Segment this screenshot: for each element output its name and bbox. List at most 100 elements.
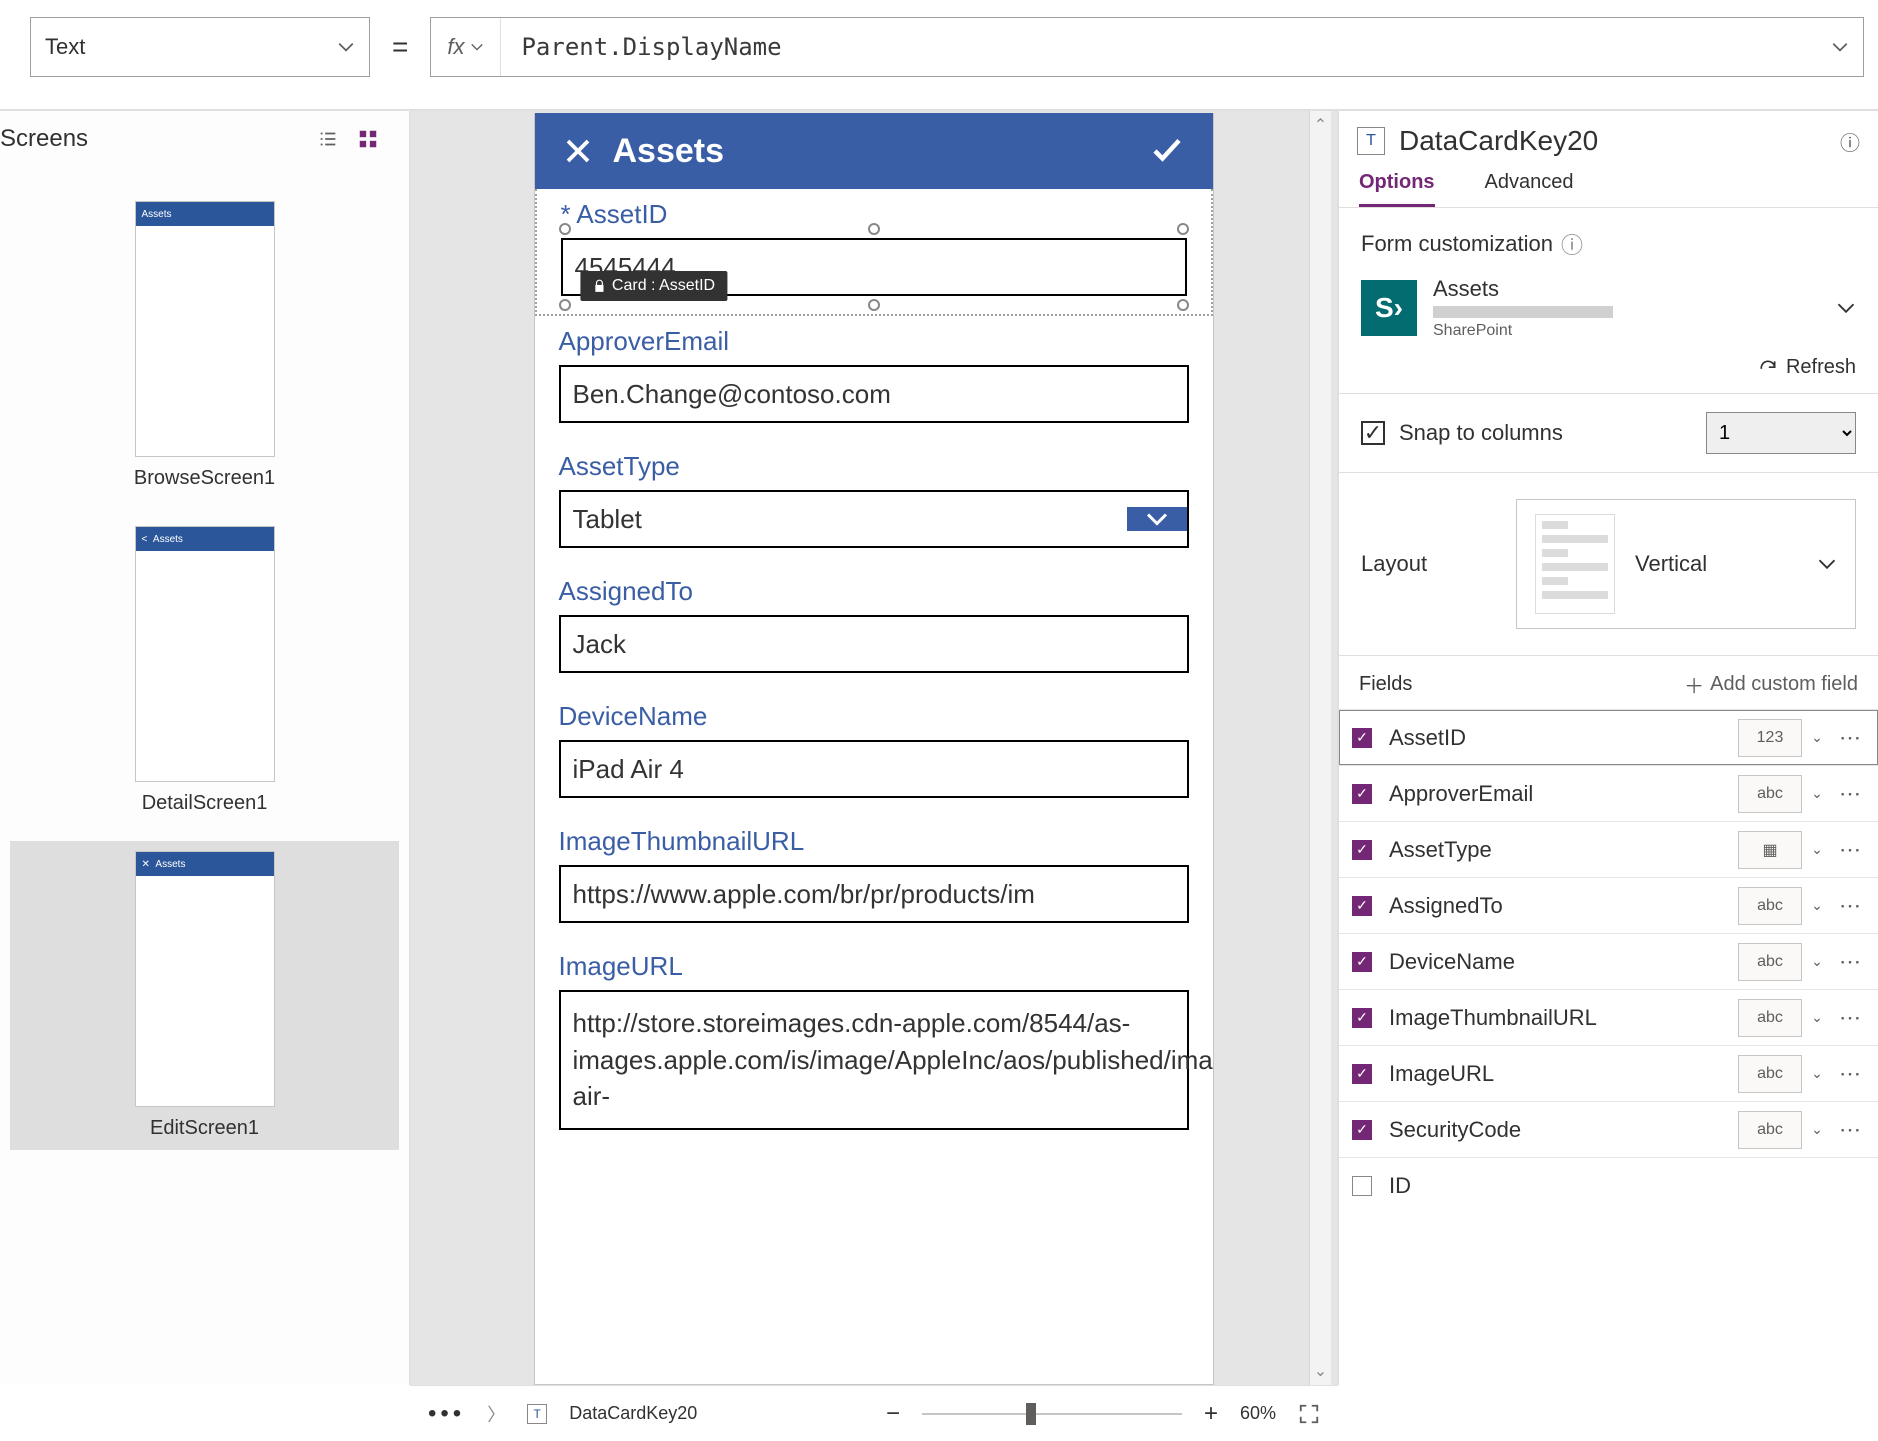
chevron-down-icon[interactable]: ⌄ xyxy=(1802,1009,1832,1026)
field-checkbox[interactable]: ✓ xyxy=(1339,1064,1385,1084)
columns-select[interactable]: 1 xyxy=(1706,412,1856,454)
close-icon[interactable] xyxy=(563,136,593,166)
vertical-scrollbar[interactable] xyxy=(1309,111,1331,1385)
check-icon[interactable] xyxy=(1149,133,1185,169)
text-control-icon: T xyxy=(1357,127,1385,155)
field-row[interactable]: ✓ImageThumbnailURLabc⌄⋯ xyxy=(1339,989,1878,1045)
screen-thumb-detail[interactable]: < Assets DetailScreen1 xyxy=(10,516,399,825)
card-approveremail[interactable]: ApproverEmail Ben.Change@contoso.com xyxy=(535,316,1213,441)
card-thumburl[interactable]: ImageThumbnailURL https://www.apple.com/… xyxy=(535,816,1213,941)
add-custom-field[interactable]: ＋ Add custom field xyxy=(1684,670,1858,699)
field-name: ImageThumbnailURL xyxy=(1385,1005,1738,1031)
screen-thumbnails: Assets BrowseScreen1 < Assets DetailScre… xyxy=(0,167,409,1385)
chevron-down-icon[interactable]: ⌄ xyxy=(1802,729,1832,746)
list-view-icon[interactable] xyxy=(317,128,339,150)
snap-checkbox[interactable]: ✓ xyxy=(1361,421,1385,445)
field-checkbox[interactable]: ✓ xyxy=(1339,728,1385,748)
tab-options[interactable]: Options xyxy=(1359,171,1435,207)
field-type-selector[interactable]: abc xyxy=(1738,999,1802,1037)
field-input[interactable]: Jack xyxy=(559,615,1189,673)
screens-panel: Screens Assets BrowseScreen1 < Assets De… xyxy=(0,111,410,1385)
more-icon[interactable]: ⋯ xyxy=(1832,837,1868,863)
help-icon[interactable]: ⓘ xyxy=(1840,127,1860,156)
field-checkbox[interactable]: ✓ xyxy=(1339,784,1385,804)
field-row[interactable]: ✓AssignedToabc⌄⋯ xyxy=(1339,877,1878,933)
chevron-down-icon xyxy=(1831,38,1849,56)
field-label: AssignedTo xyxy=(559,576,1189,607)
refresh-button[interactable]: Refresh xyxy=(1361,356,1856,379)
chevron-down-icon[interactable]: ⌄ xyxy=(1802,785,1832,802)
chevron-down-icon[interactable]: ⌄ xyxy=(1802,897,1832,914)
field-input[interactable]: http://store.storeimages.cdn-apple.com/8… xyxy=(559,990,1189,1130)
screen-thumb-browse[interactable]: Assets BrowseScreen1 xyxy=(10,191,399,500)
field-label: DeviceName xyxy=(559,701,1189,732)
field-row[interactable]: ✓AssetType▦⌄⋯ xyxy=(1339,821,1878,877)
zoom-slider[interactable] xyxy=(922,1413,1182,1415)
dropdown-value: Tablet xyxy=(561,504,654,535)
field-type-selector[interactable]: 123 xyxy=(1738,719,1802,757)
card-imageurl[interactable]: ImageURL http://store.storeimages.cdn-ap… xyxy=(535,941,1213,1148)
formula-input[interactable]: Parent.DisplayName xyxy=(501,18,1817,76)
workspace: Screens Assets BrowseScreen1 < Assets De… xyxy=(0,110,1878,1385)
field-row[interactable]: ✓DeviceNameabc⌄⋯ xyxy=(1339,933,1878,989)
more-icon[interactable]: ⋯ xyxy=(1832,893,1868,919)
field-row[interactable]: ID xyxy=(1339,1157,1878,1213)
field-input[interactable]: Ben.Change@contoso.com xyxy=(559,365,1189,423)
field-checkbox[interactable]: ✓ xyxy=(1339,1120,1385,1140)
more-icon[interactable]: ⋯ xyxy=(1832,1117,1868,1143)
field-type-selector[interactable]: abc xyxy=(1738,1111,1802,1149)
status-bar: ••• 〉 T DataCardKey20 − + 60% xyxy=(410,1385,1338,1441)
fields-header: Fields xyxy=(1359,673,1412,696)
screen-thumb-edit[interactable]: ✕ Assets EditScreen1 xyxy=(10,841,399,1150)
field-input[interactable]: https://www.apple.com/br/pr/products/im xyxy=(559,865,1189,923)
field-checkbox[interactable]: ✓ xyxy=(1339,896,1385,916)
field-name: DeviceName xyxy=(1385,949,1738,975)
screens-header: Screens xyxy=(0,111,409,167)
card-assettype[interactable]: AssetType Tablet xyxy=(535,441,1213,566)
card-devicename[interactable]: DeviceName iPad Air 4 xyxy=(535,691,1213,816)
chevron-down-icon[interactable]: ⌄ xyxy=(1802,1121,1832,1138)
field-input[interactable]: iPad Air 4 xyxy=(559,740,1189,798)
grid-view-icon[interactable] xyxy=(357,128,379,150)
chevron-down-icon[interactable]: ⌄ xyxy=(1802,953,1832,970)
field-checkbox[interactable]: ✓ xyxy=(1339,1008,1385,1028)
dropdown-button[interactable] xyxy=(1127,507,1187,531)
field-type-selector[interactable]: ▦ xyxy=(1738,831,1802,869)
chevron-down-icon[interactable]: ⌄ xyxy=(1802,1065,1832,1082)
info-icon[interactable]: ⓘ xyxy=(1561,228,1583,260)
field-type-selector[interactable]: abc xyxy=(1738,1055,1802,1093)
zoom-out[interactable]: − xyxy=(886,1400,900,1428)
more-icon[interactable]: ⋯ xyxy=(1832,1061,1868,1087)
tab-advanced[interactable]: Advanced xyxy=(1485,171,1574,207)
field-name: ImageURL xyxy=(1385,1061,1738,1087)
field-type-selector[interactable]: abc xyxy=(1738,887,1802,925)
formula-expand[interactable] xyxy=(1817,18,1863,76)
field-type-selector[interactable]: abc xyxy=(1738,775,1802,813)
more-icon[interactable]: ⋯ xyxy=(1832,781,1868,807)
field-row[interactable]: ✓ImageURLabc⌄⋯ xyxy=(1339,1045,1878,1101)
breadcrumb-item[interactable]: DataCardKey20 xyxy=(569,1403,697,1424)
fx-label[interactable]: fx xyxy=(431,18,501,76)
field-dropdown[interactable]: Tablet xyxy=(559,490,1189,548)
fit-screen-icon[interactable] xyxy=(1298,1403,1320,1425)
field-label: ApproverEmail xyxy=(559,326,1189,357)
property-name: Text xyxy=(45,34,85,60)
more-icon[interactable]: ⋯ xyxy=(1832,1005,1868,1031)
chevron-down-icon[interactable]: ⌄ xyxy=(1802,841,1832,858)
more-icon[interactable]: ••• xyxy=(428,1400,465,1428)
field-type-selector[interactable]: abc xyxy=(1738,943,1802,981)
field-row[interactable]: ✓ApproverEmailabc⌄⋯ xyxy=(1339,765,1878,821)
plus-icon: ＋ xyxy=(1684,670,1704,699)
more-icon[interactable]: ⋯ xyxy=(1832,725,1868,751)
property-dropdown[interactable]: Text xyxy=(30,17,370,77)
field-row[interactable]: ✓AssetID123⌄⋯ xyxy=(1339,709,1878,765)
field-checkbox[interactable] xyxy=(1339,1176,1385,1196)
layout-selector[interactable]: Vertical xyxy=(1516,499,1856,629)
zoom-in[interactable]: + xyxy=(1204,1400,1218,1428)
more-icon[interactable]: ⋯ xyxy=(1832,949,1868,975)
field-checkbox[interactable]: ✓ xyxy=(1339,840,1385,860)
card-assignedto[interactable]: AssignedTo Jack xyxy=(535,566,1213,691)
field-row[interactable]: ✓SecurityCodeabc⌄⋯ xyxy=(1339,1101,1878,1157)
chevron-down-icon[interactable] xyxy=(1836,298,1856,318)
field-checkbox[interactable]: ✓ xyxy=(1339,952,1385,972)
